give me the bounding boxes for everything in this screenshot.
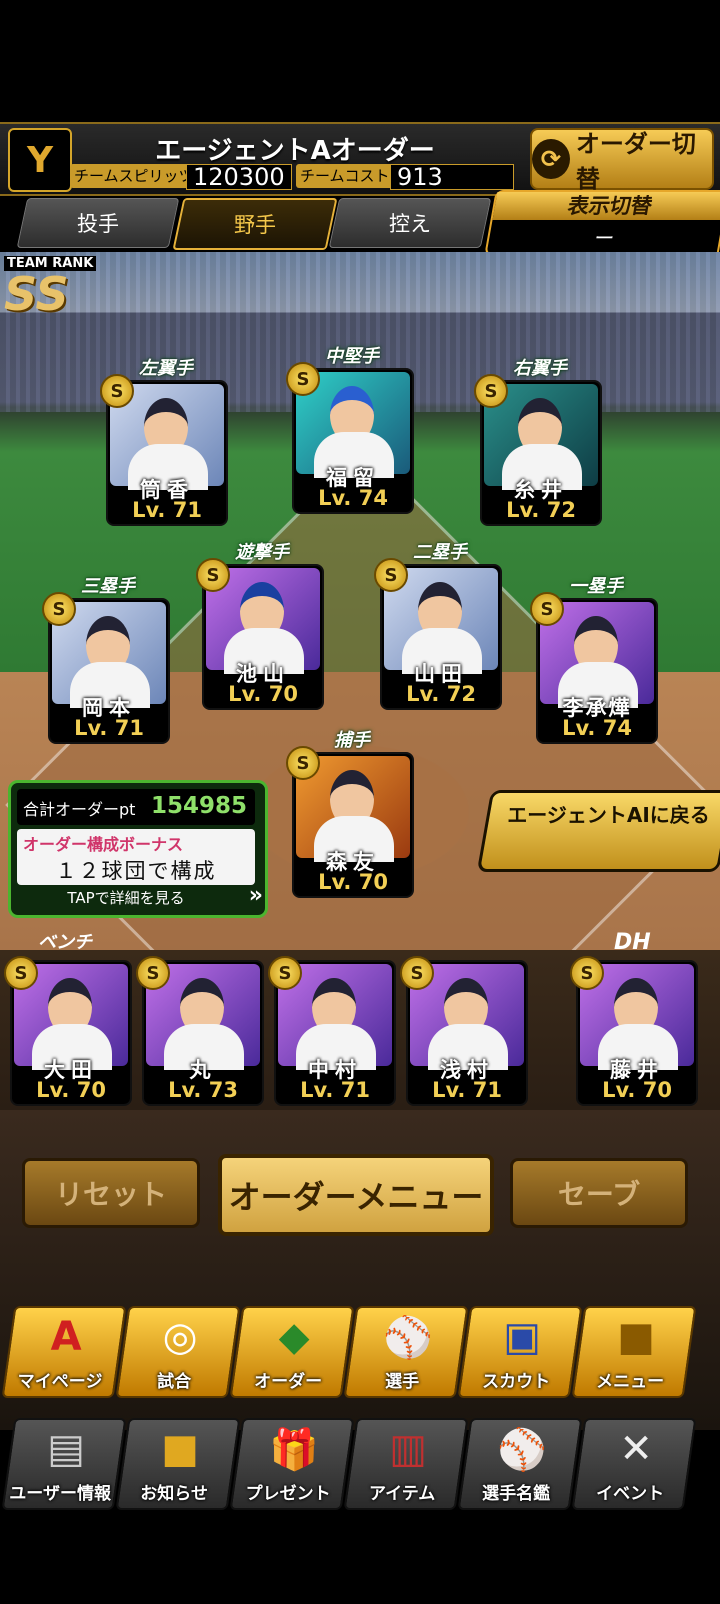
display-toggle-button[interactable]: 表示切替 ー bbox=[484, 190, 720, 256]
stadium-icon: ◎ bbox=[162, 1314, 198, 1360]
gift-icon: 🎁 bbox=[269, 1427, 319, 1473]
nav-menu[interactable]: ■ メニュー bbox=[571, 1306, 697, 1398]
baseball-bat-icon: ✕ bbox=[619, 1426, 653, 1472]
nav-user-info[interactable]: ▤ ユーザー情報 bbox=[1, 1418, 127, 1510]
rarity-s-icon: S bbox=[400, 956, 434, 990]
rarity-s-icon: S bbox=[286, 362, 320, 396]
player-level: Lv. 71 bbox=[432, 1078, 502, 1102]
swap-icon: ⟳ bbox=[532, 139, 570, 179]
team-rank: TEAM RANK SS bbox=[4, 252, 104, 317]
order-points-value: 154985 bbox=[150, 793, 247, 819]
rarity-s-icon: S bbox=[100, 374, 134, 408]
order-switch-button[interactable]: ⟳ オーダー切替 bbox=[530, 128, 714, 193]
player-level: Lv. 74 bbox=[562, 716, 632, 740]
a-emblem-icon: A bbox=[50, 1314, 82, 1360]
nav-player-book[interactable]: ⚾ 選手名鑑 bbox=[457, 1418, 583, 1510]
item-book-icon: ▥ bbox=[389, 1426, 427, 1472]
order-switch-label: オーダー切替 bbox=[575, 130, 696, 193]
scout-card-icon: ▣ bbox=[503, 1314, 541, 1360]
nav-notice[interactable]: ■ お知らせ bbox=[115, 1418, 241, 1510]
rarity-s-icon: S bbox=[196, 558, 230, 592]
player-level: Lv. 71 bbox=[74, 716, 144, 740]
rarity-s-icon: S bbox=[530, 592, 564, 626]
rarity-s-icon: S bbox=[474, 374, 508, 408]
player-level: Lv. 72 bbox=[506, 498, 576, 522]
order-bonus-value: １２球団で構成 bbox=[55, 859, 217, 883]
order-header: Y エージェントAオーダー チームスピリッツ 120300 チームコスト 913… bbox=[0, 122, 720, 196]
chevron-right-icon: » bbox=[248, 883, 263, 908]
nav-items[interactable]: ▥ アイテム bbox=[343, 1418, 469, 1510]
menu-mascot-icon: ■ bbox=[617, 1314, 655, 1360]
order-points-label: 合計オーダーpt bbox=[23, 800, 136, 819]
team-spirits-label: チームスピリッツ bbox=[70, 164, 198, 188]
back-to-agent-ai-button[interactable]: エージェントAIに戻る bbox=[476, 790, 720, 872]
bench-label: ベンチ bbox=[38, 932, 92, 953]
rarity-s-icon: S bbox=[286, 746, 320, 780]
rarity-s-icon: S bbox=[136, 956, 170, 990]
nav-mypage[interactable]: A マイページ bbox=[1, 1306, 127, 1398]
order-menu-button[interactable]: オーダーメニュー bbox=[218, 1154, 494, 1236]
player-level: Lv. 73 bbox=[168, 1078, 238, 1102]
team-cost-value: 913 bbox=[390, 164, 514, 190]
display-toggle-label: 表示切替 bbox=[492, 192, 720, 220]
player-level: Lv. 70 bbox=[318, 870, 388, 894]
dh-label: DH bbox=[614, 930, 651, 955]
team-spirits-value: 120300 bbox=[186, 164, 292, 190]
player-book-icon: ⚾ bbox=[497, 1427, 547, 1473]
nav-game[interactable]: ◎ 試合 bbox=[115, 1306, 241, 1398]
order-points-panel[interactable]: 合計オーダーpt 154985 オーダー構成ボーナス １２球団で構成 TAPで詳… bbox=[8, 780, 268, 918]
player-level: Lv. 71 bbox=[132, 498, 202, 522]
mascot-notice-icon: ■ bbox=[161, 1426, 199, 1472]
rarity-s-icon: S bbox=[4, 956, 38, 990]
nav-event[interactable]: ✕ イベント bbox=[571, 1418, 697, 1510]
rarity-s-icon: S bbox=[42, 592, 76, 626]
player-level: Lv. 71 bbox=[300, 1078, 370, 1102]
nav-players[interactable]: ⚾ 選手 bbox=[343, 1306, 469, 1398]
rarity-s-icon: S bbox=[570, 956, 604, 990]
player-level: Lv. 70 bbox=[602, 1078, 672, 1102]
team-cost-label: チームコスト bbox=[296, 164, 394, 188]
display-toggle-value: ー bbox=[592, 226, 617, 250]
order-bonus-label: オーダー構成ボーナス bbox=[23, 835, 184, 854]
team-logo-icon: Y bbox=[8, 128, 72, 192]
nav-order[interactable]: ◆ オーダー bbox=[229, 1306, 355, 1398]
rarity-s-icon: S bbox=[374, 558, 408, 592]
tab-fielder[interactable]: 野手 bbox=[172, 198, 338, 250]
player-level: Lv. 74 bbox=[318, 486, 388, 510]
player-level: Lv. 72 bbox=[406, 682, 476, 706]
rarity-s-icon: S bbox=[268, 956, 302, 990]
player-level: Lv. 70 bbox=[36, 1078, 106, 1102]
back-to-agent-ai-label: エージェントAIに戻る bbox=[507, 803, 710, 827]
tab-reserve[interactable]: 控え bbox=[328, 198, 492, 248]
team-rank-value: SS bbox=[4, 267, 69, 321]
user-card-icon: ▤ bbox=[47, 1426, 85, 1472]
player-icon: ⚾ bbox=[383, 1315, 433, 1361]
nav-present[interactable]: 🎁 プレゼント bbox=[229, 1418, 355, 1510]
player-level: Lv. 70 bbox=[228, 682, 298, 706]
nav-scout[interactable]: ▣ スカウト bbox=[457, 1306, 583, 1398]
tab-pitcher[interactable]: 投手 bbox=[16, 198, 180, 248]
tap-details-label: TAPで詳細を見る bbox=[67, 889, 185, 907]
save-button[interactable]: セーブ bbox=[510, 1158, 688, 1228]
reset-button[interactable]: リセット bbox=[22, 1158, 200, 1228]
field-icon: ◆ bbox=[278, 1314, 310, 1360]
order-title: エージェントAオーダー bbox=[155, 136, 435, 166]
